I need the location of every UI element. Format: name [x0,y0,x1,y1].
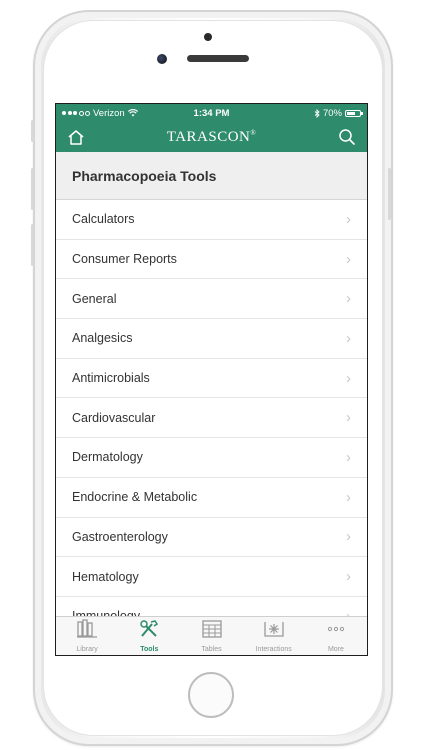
list-item-label: Calculators [72,212,135,227]
chevron-right-icon: › [346,250,351,268]
list-item[interactable]: Consumer Reports › [56,240,367,280]
chevron-right-icon: › [346,568,351,586]
list-item-label: Dermatology [72,450,143,465]
interactions-icon [262,619,286,644]
list-item[interactable]: Analgesics › [56,319,367,359]
chevron-right-icon: › [346,369,351,387]
list-item-label: Endocrine & Metabolic [72,490,198,505]
signal-icon [62,110,90,116]
proximity-sensor [204,33,212,41]
wifi-icon [127,109,138,117]
list-item[interactable]: General › [56,279,367,320]
tab-label: Interactions [255,646,292,653]
battery-percent: 70% [322,107,342,119]
tab-tables[interactable]: Tables [180,617,242,655]
list-item-label: Cardiovascular [72,410,156,425]
tab-bar: Library Tools Tables Interactions More [56,616,367,655]
trademark-mark: ® [250,128,257,137]
list-item-label: Consumer Reports [72,252,177,267]
list-item[interactable]: Cardiovascular › [56,398,367,439]
front-camera [157,54,167,64]
tab-label: Tables [201,646,222,653]
list-item-label: General [72,291,117,306]
tab-more[interactable]: More [305,617,367,655]
section-header: Pharmacopoeia Tools [56,152,367,200]
tab-label: Tools [140,646,159,653]
tab-library[interactable]: Library [56,617,118,655]
app-title: TARASCON® [166,128,257,145]
more-icon [325,619,347,644]
app-screen: Verizon 1:34 PM 70% TARASCON® Pharmacopo… [55,103,368,656]
tab-label: Library [76,646,98,653]
list-item[interactable]: Calculators › [56,200,367,240]
nav-bar: TARASCON® [56,122,367,152]
library-icon [76,619,98,644]
list-item-label: Hematology [72,569,139,584]
volume-up-button [31,168,34,210]
battery-icon [345,109,363,117]
list-item-label: Antimicrobials [72,371,150,386]
list-item-label: Analgesics [72,331,133,346]
chevron-right-icon: › [346,290,351,308]
list-item[interactable]: Antimicrobials › [56,359,367,399]
tab-label: More [327,646,344,653]
earpiece-speaker [187,55,249,62]
carrier-name: Verizon [93,107,125,119]
bluetooth-icon [314,108,320,118]
chevron-right-icon: › [346,528,351,546]
tools-icon [138,619,160,644]
list-item[interactable]: Hematology › [56,557,367,597]
chevron-right-icon: › [346,488,351,506]
list-item[interactable]: Dermatology › [56,438,367,478]
side-button-left [31,120,34,142]
tab-tools[interactable]: Tools [118,617,180,655]
status-bar: Verizon 1:34 PM 70% [56,104,367,122]
home-icon[interactable] [66,127,86,147]
chevron-right-icon: › [346,409,351,427]
search-icon[interactable] [337,127,357,147]
chevron-right-icon: › [346,448,351,466]
power-button [388,168,391,220]
chevron-right-icon: › [346,210,351,228]
list-item[interactable]: Immunology › [56,597,367,617]
volume-down-button [31,224,34,266]
tables-icon [201,619,223,644]
list-item[interactable]: Endocrine & Metabolic › [56,478,367,518]
list-item-label: Gastroenterology [72,529,168,544]
chevron-right-icon: › [346,329,351,347]
tools-list: Calculators › Consumer Reports › General › Ana… [56,200,367,617]
home-button[interactable] [188,672,234,718]
tab-interactions[interactable]: Interactions [243,617,305,655]
list-item[interactable]: Gastroenterology › [56,518,367,558]
